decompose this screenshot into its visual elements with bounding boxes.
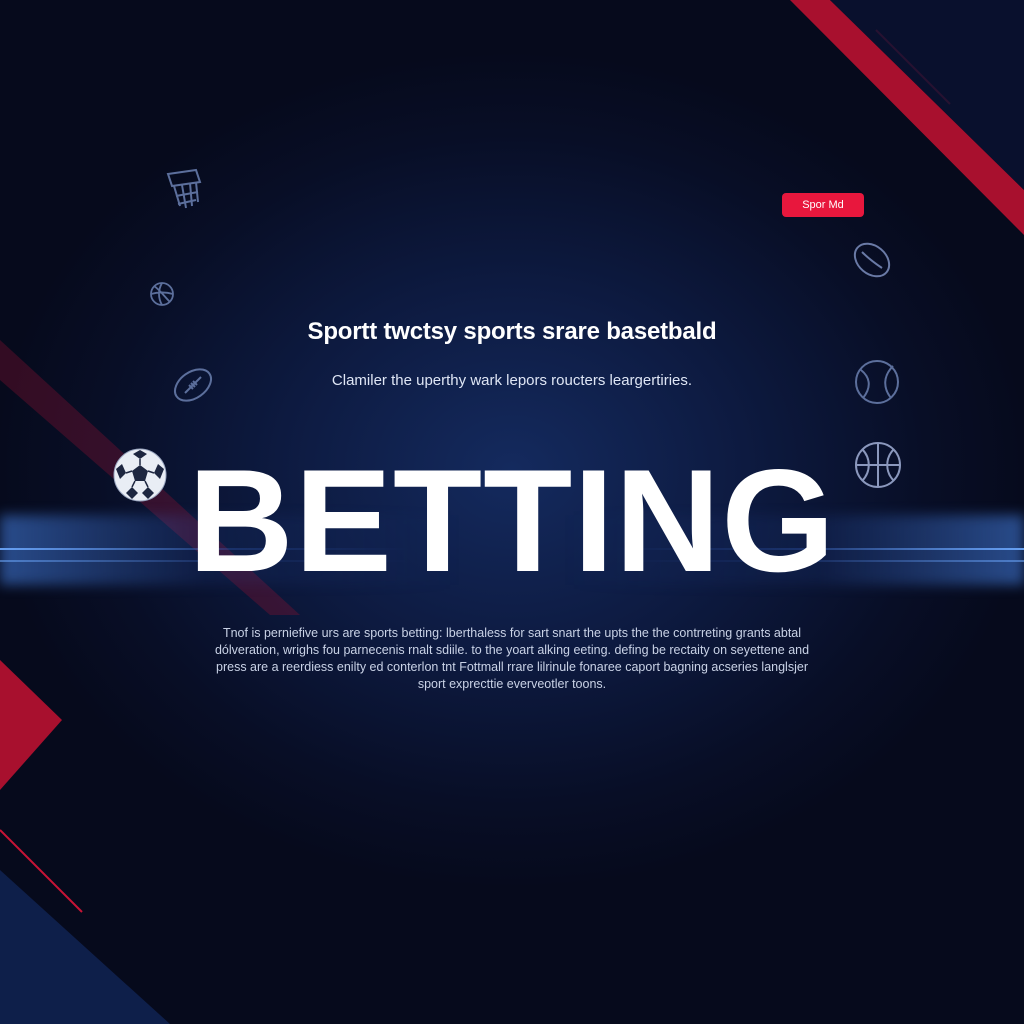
body-line: dólveration, wrighs fou parnecenis rnalt…	[214, 643, 810, 657]
basketball-hoop-icon	[166, 168, 202, 209]
body-paragraph: Tnof is perniefive urs are sports bettin…	[187, 625, 837, 693]
headline: Sportt twctsy sports srare basetbald	[307, 318, 717, 345]
body-line: sport exprecttie everveotler toons.	[417, 677, 607, 691]
volleyball-icon	[150, 282, 174, 306]
rugby-ball-icon	[853, 242, 891, 278]
sport-mode-button[interactable]: Spor Md	[782, 193, 864, 217]
bottom-left-red-line	[0, 829, 83, 913]
bottom-left-blue-panel	[0, 870, 170, 1024]
hero-title: BETTING	[188, 439, 836, 602]
top-right-thin-line	[875, 29, 951, 105]
subheadline: Clamiler the uperthy wark lepors roucter…	[331, 372, 693, 389]
betting-page: Spor Md Sportt twctsy sports srare baset…	[0, 0, 1024, 1024]
top-right-dark-panel	[830, 0, 1024, 190]
left-red-triangle	[0, 660, 62, 790]
body-line: press are a reerdiess enilty ed conterlo…	[216, 660, 808, 674]
body-line: Tnof is perniefive urs are sports bettin…	[222, 626, 802, 640]
